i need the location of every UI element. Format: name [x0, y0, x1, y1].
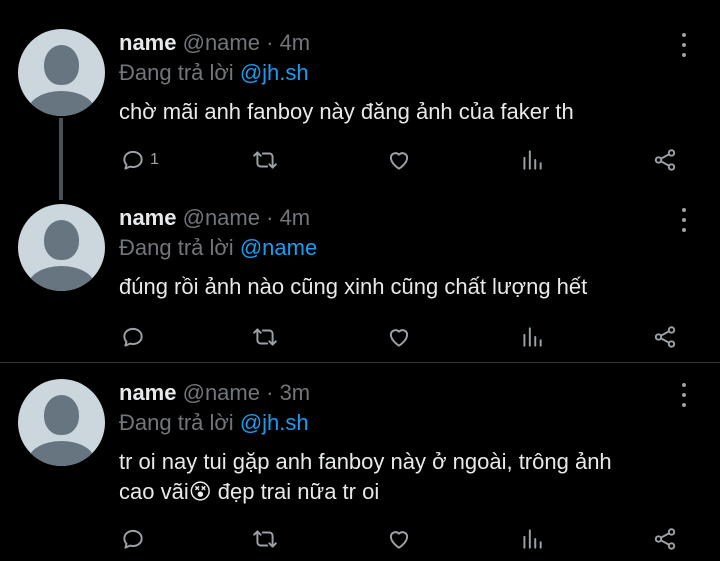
action-bar: 1 — [0, 145, 720, 175]
avatar[interactable] — [18, 204, 105, 291]
user-handle[interactable]: @name — [183, 380, 260, 405]
user-handle[interactable]: @name — [183, 30, 260, 55]
reply-button[interactable] — [120, 322, 146, 352]
heart-icon — [389, 152, 409, 170]
retweet-icon — [253, 530, 277, 548]
avatar-body-shape — [28, 266, 95, 291]
timestamp[interactable]: 4m — [280, 30, 311, 55]
reply-icon — [123, 327, 143, 347]
separator-dot: · — [266, 380, 274, 405]
tweet-header: name @name · 3m — [119, 380, 310, 408]
tweet-header: name @name · 4m — [119, 205, 310, 233]
retweet-button[interactable] — [252, 145, 278, 175]
tweet-header: name @name · 4m — [119, 30, 310, 58]
action-bar — [0, 322, 720, 352]
retweet-button[interactable] — [252, 524, 278, 554]
reply-icon — [123, 150, 143, 170]
display-name[interactable]: name — [119, 380, 176, 405]
reply-mention-link[interactable]: @jh.sh — [240, 410, 309, 435]
tweet-2[interactable]: name @name · 4m Đang trả lời @name đúng … — [0, 190, 720, 362]
retweet-icon — [253, 151, 277, 169]
reply-prefix: Đang trả lời — [119, 410, 234, 435]
share-button[interactable] — [652, 145, 678, 175]
reply-icon — [123, 529, 143, 549]
display-name[interactable]: name — [119, 30, 176, 55]
timestamp[interactable]: 4m — [280, 205, 311, 230]
tweet-text: tr oi nay tui gặp anh fanboy này ở ngoài… — [119, 447, 679, 507]
share-icon — [654, 326, 676, 348]
like-button[interactable] — [386, 145, 412, 175]
user-handle[interactable]: @name — [183, 205, 260, 230]
tweet-1[interactable]: name @name · 4m Đang trả lời @jh.sh chờ … — [0, 0, 720, 200]
retweet-button[interactable] — [252, 322, 278, 352]
tweet-text: đúng rồi ảnh nào cũng xinh cũng chất lượ… — [119, 274, 588, 299]
like-button[interactable] — [386, 322, 412, 352]
avatar-head-shape — [44, 395, 79, 435]
action-bar — [0, 524, 720, 554]
avatar[interactable] — [18, 29, 105, 116]
bar-chart-icon — [523, 150, 542, 170]
more-vertical-icon[interactable] — [674, 383, 694, 407]
reply-mention-link[interactable]: @name — [240, 235, 317, 260]
reply-button[interactable]: 1 — [120, 145, 159, 175]
avatar-head-shape — [44, 45, 79, 85]
avatar[interactable] — [18, 379, 105, 466]
reply-context: Đang trả lời @name — [119, 235, 317, 261]
tweet-text-line: tr oi nay tui gặp anh fanboy này ở ngoài… — [119, 449, 612, 474]
separator-dot: · — [266, 30, 274, 55]
share-button[interactable] — [652, 322, 678, 352]
views-button[interactable] — [519, 322, 545, 352]
separator-dot: · — [266, 205, 274, 230]
bar-chart-icon — [523, 529, 542, 549]
timestamp[interactable]: 3m — [280, 380, 311, 405]
reply-count: 1 — [150, 151, 159, 168]
avatar-body-shape — [28, 91, 95, 116]
share-button[interactable] — [652, 524, 678, 554]
heart-icon — [389, 531, 409, 549]
like-button[interactable] — [386, 524, 412, 554]
reply-button[interactable] — [120, 524, 146, 554]
more-vertical-icon[interactable] — [674, 33, 694, 57]
reply-context: Đang trả lời @jh.sh — [119, 410, 309, 436]
tweet-text: chờ mãi anh fanboy này đăng ảnh của fake… — [119, 99, 574, 124]
share-icon — [654, 149, 676, 171]
display-name[interactable]: name — [119, 205, 176, 230]
reply-context: Đang trả lời @jh.sh — [119, 60, 309, 86]
reply-prefix: Đang trả lời — [119, 60, 234, 85]
tweet-3[interactable]: name @name · 3m Đang trả lời @jh.sh tr o… — [0, 363, 720, 561]
avatar-head-shape — [44, 220, 79, 260]
more-vertical-icon[interactable] — [674, 208, 694, 232]
reply-mention-link[interactable]: @jh.sh — [240, 60, 309, 85]
tweet-text-line: cao vãi😵 đẹp trai nữa tr oi — [119, 479, 380, 504]
bar-chart-icon — [523, 327, 542, 347]
views-button[interactable] — [519, 145, 545, 175]
views-button[interactable] — [519, 524, 545, 554]
reply-prefix: Đang trả lời — [119, 235, 234, 260]
share-icon — [654, 528, 676, 550]
avatar-body-shape — [28, 441, 95, 466]
retweet-icon — [253, 328, 277, 346]
heart-icon — [389, 329, 409, 347]
